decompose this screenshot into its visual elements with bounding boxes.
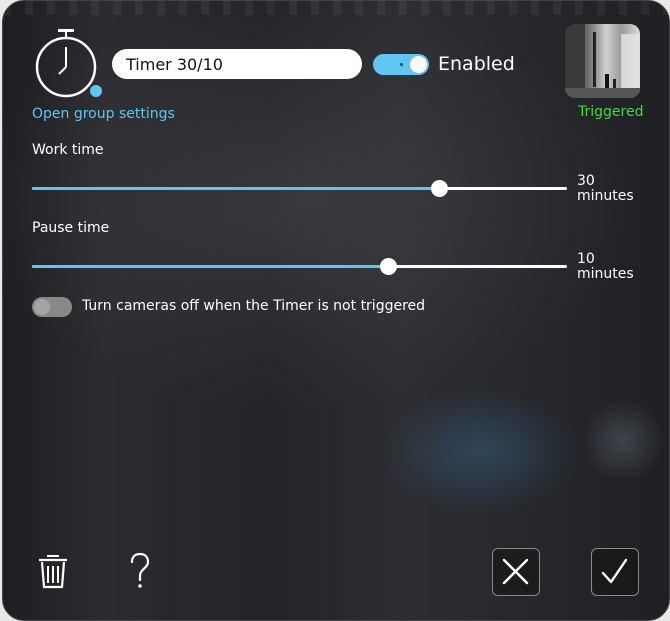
work-time-number: 30	[577, 173, 595, 189]
cameras-off-label: Turn cameras off when the Timer is not t…	[82, 298, 426, 314]
slider-fill	[32, 265, 388, 268]
slider-thumb[interactable]	[430, 180, 448, 197]
camera-thumbnail[interactable]	[565, 24, 640, 98]
cancel-button[interactable]	[492, 548, 540, 596]
camera-preview-image	[565, 24, 640, 98]
pause-time-value: 10 minutes	[577, 252, 634, 282]
question-icon[interactable]	[127, 552, 153, 590]
pause-time-slider[interactable]	[32, 256, 567, 276]
open-group-settings-link[interactable]: Open group settings	[32, 106, 175, 122]
trash-icon[interactable]	[36, 552, 70, 590]
work-time-slider[interactable]	[32, 178, 567, 198]
stopwatch-icon	[35, 29, 102, 98]
toggle-dot	[400, 63, 403, 66]
toggle-knob	[34, 299, 50, 315]
check-icon	[601, 558, 628, 584]
confirm-button[interactable]	[591, 548, 639, 596]
cameras-off-toggle[interactable]	[32, 297, 72, 317]
camera-status-label: Triggered	[578, 104, 644, 120]
enabled-label: Enabled	[438, 53, 515, 75]
work-time-unit: minutes	[577, 188, 634, 204]
work-time-label: Work time	[32, 142, 104, 158]
enabled-toggle[interactable]	[373, 54, 429, 75]
pause-time-label: Pause time	[32, 220, 110, 236]
slider-thumb[interactable]	[379, 258, 397, 275]
pause-time-number: 10	[577, 251, 595, 267]
work-time-value: 30 minutes	[577, 174, 634, 204]
pause-time-unit: minutes	[577, 266, 634, 282]
timer-name-input[interactable]	[112, 49, 362, 79]
slider-fill	[32, 187, 439, 190]
timer-settings-dialog: Open group settings Enabled Triggered Wo…	[2, 0, 670, 621]
toggle-knob	[410, 56, 427, 73]
close-icon	[502, 558, 529, 585]
